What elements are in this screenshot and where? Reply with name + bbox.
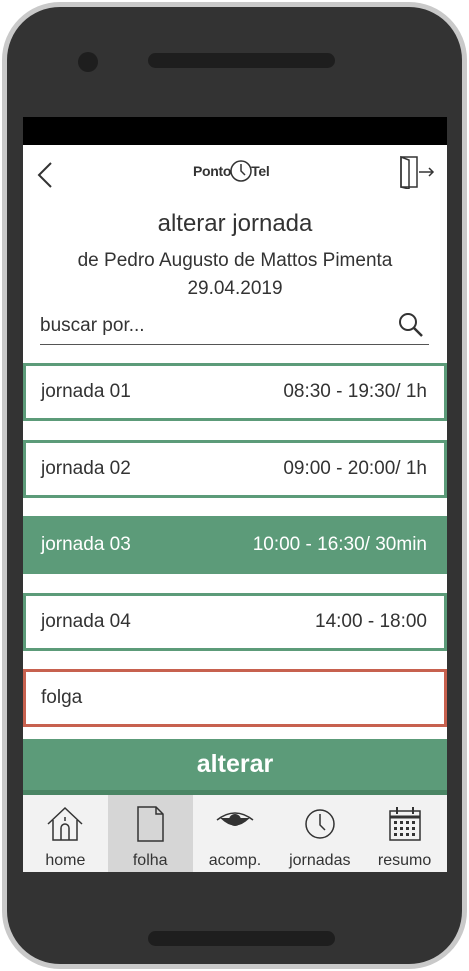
tab-jornadas[interactable]: jornadas <box>277 795 362 872</box>
speaker <box>148 53 335 68</box>
option-label: jornada 02 <box>41 458 131 479</box>
logo: Ponto Tel <box>193 158 270 184</box>
logo-text-left: Ponto <box>193 163 232 179</box>
tab-folha[interactable]: folha <box>107 795 193 872</box>
page-date: 29.04.2019 <box>187 278 283 299</box>
document-icon <box>137 806 164 842</box>
eye-icon <box>216 812 254 826</box>
tab-label: resumo <box>377 852 432 869</box>
tab-label: jornadas <box>289 852 351 869</box>
option-label: folga <box>41 687 83 708</box>
app-header: Ponto Tel <box>23 145 447 205</box>
screen: Ponto Tel alterar jornada de Pedro Augus… <box>23 117 447 872</box>
option-label: jornada 03 <box>41 534 131 555</box>
tab-home[interactable]: home <box>23 795 108 872</box>
search-input[interactable] <box>40 311 380 341</box>
bottom-tab-bar: home folha acomp. jornadas resumo <box>23 795 447 872</box>
tab-resumo[interactable]: resumo <box>362 795 447 872</box>
search-icon[interactable] <box>398 312 424 338</box>
option-label: jornada 04 <box>41 611 131 632</box>
option-time: 10:00 - 16:30/ 30min <box>252 534 427 555</box>
back-button[interactable] <box>33 159 57 191</box>
home-icon <box>47 806 83 841</box>
logo-text-right: Tel <box>251 163 270 179</box>
option-label: jornada 01 <box>41 381 131 402</box>
tab-label: folha <box>132 852 168 869</box>
tab-label: acomp. <box>208 852 262 869</box>
option-time: 14:00 - 18:00 <box>315 611 427 632</box>
status-bar <box>23 117 447 145</box>
option-time: 08:30 - 19:30/ 1h <box>283 381 427 402</box>
alterar-button[interactable]: alterar <box>23 739 447 795</box>
employee-name: de Pedro Augusto de Mattos Pimenta <box>77 250 393 271</box>
chevron-left-icon <box>37 162 52 188</box>
option-jornada-02[interactable]: jornada 02 09:00 - 20:00/ 1h <box>23 440 447 498</box>
option-time: 09:00 - 20:00/ 1h <box>283 458 427 479</box>
option-jornada-04[interactable]: jornada 04 14:00 - 18:00 <box>23 593 447 651</box>
logout-button[interactable] <box>397 155 437 190</box>
tab-acomp[interactable]: acomp. <box>193 795 278 872</box>
tab-label: home <box>45 852 86 869</box>
clock-icon <box>305 809 335 839</box>
clock-logo-icon <box>230 160 252 182</box>
calendar-icon <box>388 807 421 841</box>
option-folga[interactable]: folga <box>23 669 447 727</box>
search-bar <box>40 309 429 345</box>
exit-door-icon <box>400 155 435 190</box>
camera <box>78 52 98 72</box>
home-bar <box>148 931 335 946</box>
page-title: alterar jornada <box>157 210 313 237</box>
option-jornada-03[interactable]: jornada 03 10:00 - 16:30/ 30min <box>23 516 447 574</box>
option-jornada-01[interactable]: jornada 01 08:30 - 19:30/ 1h <box>23 363 447 421</box>
